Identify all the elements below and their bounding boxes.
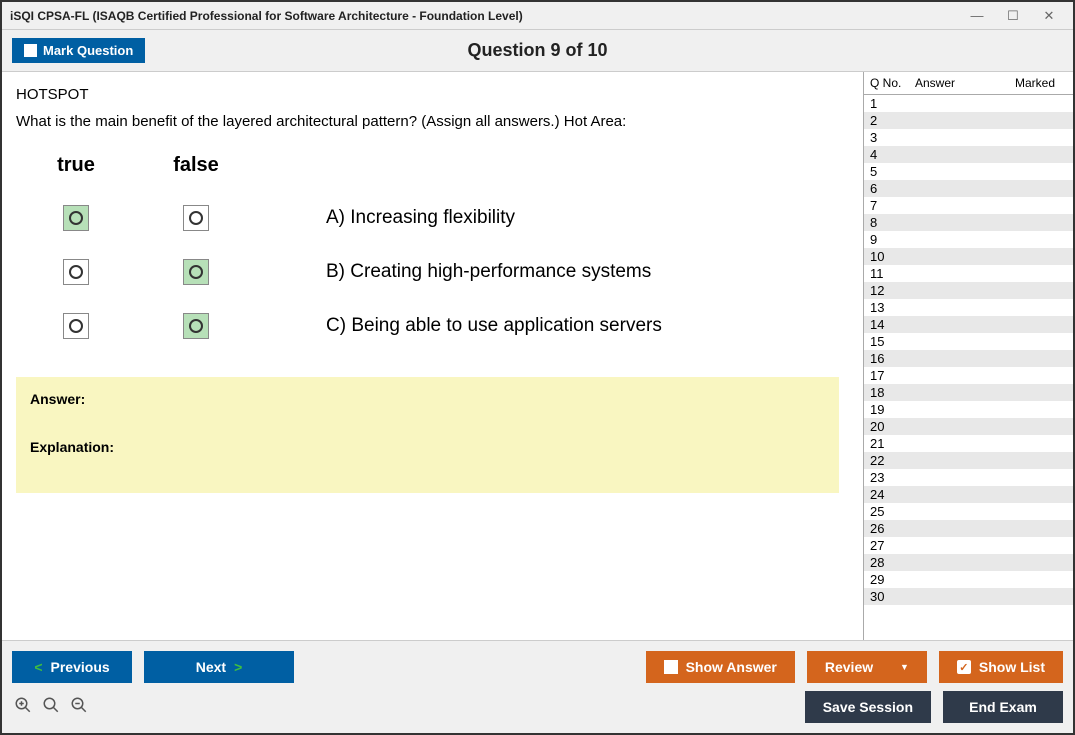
list-header-answer: Answer (915, 76, 995, 90)
question-list[interactable]: 1234567891011121314151617181920212223242… (864, 95, 1073, 640)
save-session-button[interactable]: Save Session (805, 691, 931, 723)
hotspot-table: true false A) Increasing flexibility B) C… (46, 154, 849, 367)
list-item[interactable]: 21 (864, 435, 1073, 452)
mark-question-label: Mark Question (43, 43, 133, 58)
zoom-in-button[interactable] (12, 694, 34, 716)
radio-true[interactable] (63, 259, 89, 285)
question-panel: HOTSPOT What is the main benefit of the … (2, 72, 863, 640)
col-false: false (166, 154, 226, 177)
list-item[interactable]: 12 (864, 282, 1073, 299)
show-answer-button[interactable]: Show Answer (646, 651, 795, 683)
list-item[interactable]: 28 (864, 554, 1073, 571)
dropdown-icon: ▼ (900, 662, 909, 672)
question-prompt: What is the main benefit of the layered … (16, 113, 849, 130)
radio-true[interactable] (63, 205, 89, 231)
list-header-qno: Q No. (870, 76, 915, 90)
end-exam-button[interactable]: End Exam (943, 691, 1063, 723)
window-title: iSQI CPSA-FL (ISAQB Certified Profession… (10, 9, 969, 23)
zoom-reset-button[interactable] (40, 694, 62, 716)
review-button[interactable]: Review ▼ (807, 651, 927, 683)
hotspot-row: A) Increasing flexibility (46, 205, 849, 231)
option-text: A) Increasing flexibility (326, 207, 515, 229)
list-item[interactable]: 7 (864, 197, 1073, 214)
mark-question-button[interactable]: Mark Question (12, 38, 145, 63)
close-button[interactable]: ✕ (1041, 8, 1057, 24)
header: Mark Question Question 9 of 10 (2, 30, 1073, 72)
list-item[interactable]: 24 (864, 486, 1073, 503)
list-item[interactable]: 18 (864, 384, 1073, 401)
chevron-right-icon: > (234, 659, 242, 675)
titlebar: iSQI CPSA-FL (ISAQB Certified Profession… (2, 2, 1073, 30)
list-item[interactable]: 14 (864, 316, 1073, 333)
previous-button[interactable]: < Previous (12, 651, 132, 683)
list-item[interactable]: 9 (864, 231, 1073, 248)
list-item[interactable]: 30 (864, 588, 1073, 605)
col-true: true (46, 154, 106, 177)
list-item[interactable]: 1 (864, 95, 1073, 112)
list-item[interactable]: 11 (864, 265, 1073, 282)
radio-false[interactable] (183, 205, 209, 231)
list-item[interactable]: 23 (864, 469, 1073, 486)
maximize-button[interactable]: ☐ (1005, 8, 1021, 24)
minimize-button[interactable]: — (969, 8, 985, 24)
list-item[interactable]: 20 (864, 418, 1073, 435)
list-item[interactable]: 27 (864, 537, 1073, 554)
list-item[interactable]: 3 (864, 129, 1073, 146)
list-item[interactable]: 8 (864, 214, 1073, 231)
list-item[interactable]: 13 (864, 299, 1073, 316)
list-item[interactable]: 26 (864, 520, 1073, 537)
mark-checkbox-icon (24, 44, 37, 57)
radio-true[interactable] (63, 313, 89, 339)
question-counter: Question 9 of 10 (467, 40, 607, 61)
list-item[interactable]: 19 (864, 401, 1073, 418)
answer-label: Answer: (30, 391, 825, 407)
radio-false[interactable] (183, 259, 209, 285)
list-item[interactable]: 10 (864, 248, 1073, 265)
answer-explanation-panel: Answer: Explanation: (16, 377, 839, 493)
checked-icon: ✓ (957, 660, 971, 674)
option-text: B) Creating high-performance systems (326, 261, 651, 283)
list-item[interactable]: 25 (864, 503, 1073, 520)
list-item[interactable]: 17 (864, 367, 1073, 384)
list-item[interactable]: 4 (864, 146, 1073, 163)
radio-false[interactable] (183, 313, 209, 339)
question-type: HOTSPOT (16, 86, 849, 103)
zoom-out-button[interactable] (68, 694, 90, 716)
show-list-button[interactable]: ✓ Show List (939, 651, 1063, 683)
hotspot-row: C) Being able to use application servers (46, 313, 849, 339)
chevron-left-icon: < (34, 659, 42, 675)
list-item[interactable]: 16 (864, 350, 1073, 367)
list-item[interactable]: 29 (864, 571, 1073, 588)
list-item[interactable]: 5 (864, 163, 1073, 180)
list-item[interactable]: 15 (864, 333, 1073, 350)
option-text: C) Being able to use application servers (326, 315, 662, 337)
show-answer-checkbox-icon (664, 660, 678, 674)
next-button[interactable]: Next > (144, 651, 294, 683)
list-item[interactable]: 22 (864, 452, 1073, 469)
footer: < Previous Next > Show Answer Review ▼ ✓… (2, 640, 1073, 733)
question-list-panel: Q No. Answer Marked 12345678910111213141… (863, 72, 1073, 640)
list-item[interactable]: 6 (864, 180, 1073, 197)
hotspot-row: B) Creating high-performance systems (46, 259, 849, 285)
list-header-marked: Marked (995, 76, 1067, 90)
list-item[interactable]: 2 (864, 112, 1073, 129)
explanation-label: Explanation: (30, 439, 825, 455)
